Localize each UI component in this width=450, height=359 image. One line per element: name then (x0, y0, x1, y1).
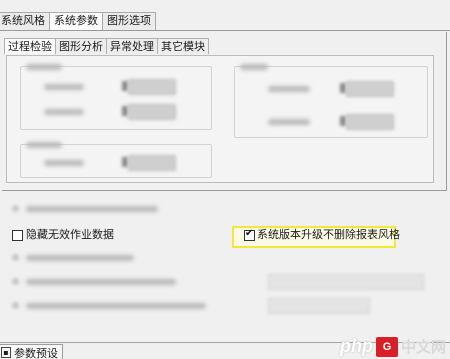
blurred-label (268, 86, 310, 92)
hide-invalid-jobs-label: 隐藏无效作业数据 (26, 228, 114, 241)
blurred-button[interactable] (128, 155, 176, 171)
tab-exception-handling[interactable]: 异常处理 (106, 38, 158, 54)
keep-report-style-label: 系统版本升级不删除报表风格 (257, 228, 400, 241)
blurred-button[interactable] (346, 114, 394, 130)
keep-report-style-checkbox[interactable]: ✔ (244, 228, 255, 241)
tab-process-inspection[interactable]: 过程检验 (4, 38, 56, 54)
watermark-php-logo: php (339, 336, 373, 356)
blurred-label (268, 119, 310, 125)
tab-system-parameters[interactable]: 系统参数 (49, 12, 103, 30)
blurred-label (44, 109, 84, 115)
tab-parameter-presets[interactable]: ▪ 参数预设 (0, 344, 63, 359)
blurred-dropdown[interactable] (268, 298, 370, 314)
blurred-label (44, 160, 84, 166)
settings-window: 系统风格 系统参数 图形选项 过程检验 图形分析 异常处理 其它模块 隐藏无效作… (0, 0, 450, 359)
tab-divider (0, 30, 450, 31)
blurred-option-marker[interactable] (12, 254, 19, 261)
blurred-option-label (26, 279, 176, 285)
tab-other-modules[interactable]: 其它模块 (157, 38, 209, 54)
watermark-square-icon: G (375, 336, 398, 357)
blurred-option-marker[interactable] (12, 302, 19, 309)
blurred-dropdown[interactable] (268, 274, 424, 290)
blurred-option-marker[interactable] (12, 205, 19, 212)
check-mark-icon: ✔ (245, 228, 254, 239)
tab-graphic-options[interactable]: 图形选项 (102, 12, 156, 30)
blurred-group-title (26, 142, 62, 148)
blurred-group-title (26, 64, 62, 70)
blurred-option-label (26, 206, 158, 212)
blurred-label (44, 84, 84, 90)
blurred-option-label (26, 303, 206, 309)
watermark-site-name: 中文网 (400, 339, 446, 356)
watermark: php G 中文网 (340, 336, 446, 357)
blurred-button[interactable] (128, 79, 176, 95)
settings-icon: ▪ (1, 347, 11, 358)
blurred-group-title (240, 64, 268, 70)
blurred-button[interactable] (128, 104, 176, 120)
top-tab-bar: 系统风格 系统参数 图形选项 (0, 12, 156, 30)
blurred-group-left (20, 66, 212, 130)
blurred-group-right (234, 66, 428, 138)
blurred-option-marker[interactable] (12, 278, 19, 285)
blurred-button[interactable] (346, 81, 394, 97)
tab-graph-analysis[interactable]: 图形分析 (55, 38, 107, 54)
tab-system-style[interactable]: 系统风格 (0, 12, 50, 30)
sub-tab-bar: 过程检验 图形分析 异常处理 其它模块 (4, 38, 209, 54)
tab-parameter-presets-label: 参数预设 (14, 346, 58, 359)
blurred-option-label (26, 255, 134, 261)
hide-invalid-jobs-checkbox[interactable] (12, 230, 23, 241)
